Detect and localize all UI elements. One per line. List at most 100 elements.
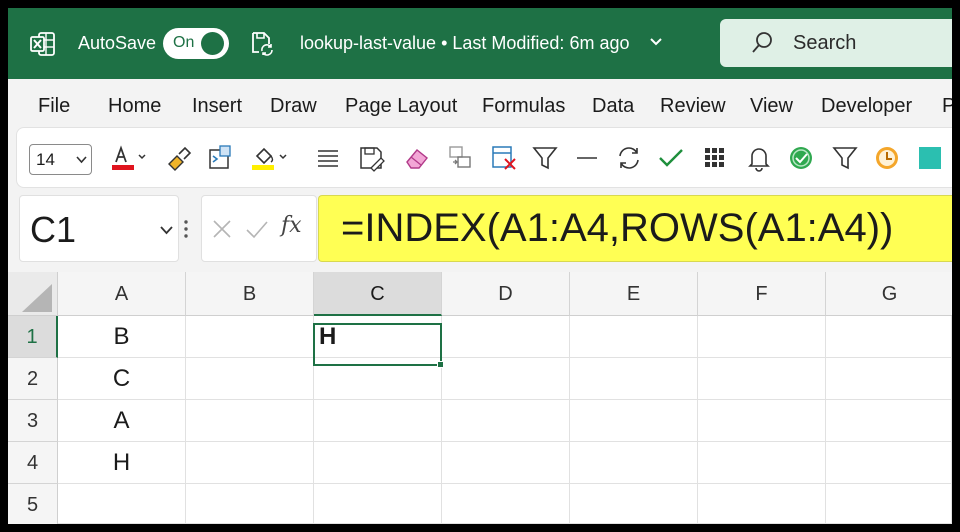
cell-b5[interactable] [186,484,314,524]
grid-icon[interactable] [701,142,729,174]
tab-insert[interactable]: Insert [192,95,242,118]
cell-d5[interactable] [442,484,570,524]
fill-color-icon[interactable] [249,142,291,174]
select-all-triangle-icon [22,284,52,312]
active-cell-border [313,323,442,366]
row-header-1[interactable]: 1 [8,316,58,358]
font-size-select[interactable]: 14 [29,144,92,175]
cell-e5[interactable] [570,484,698,524]
cell-g4[interactable] [826,442,952,484]
column-header-c[interactable]: C [314,272,442,316]
chevron-down-icon[interactable] [160,226,173,235]
format-painter-icon[interactable] [163,142,193,174]
cell-d2[interactable] [442,358,570,400]
cell-d4[interactable] [442,442,570,484]
cell-e1[interactable] [570,316,698,358]
cell-a5[interactable] [58,484,186,524]
tab-file[interactable]: File [38,95,70,118]
cell-f4[interactable] [698,442,826,484]
tab-view[interactable]: View [750,95,793,118]
tab-page-layout[interactable]: Page Layout [345,95,457,118]
cell-b3[interactable] [186,400,314,442]
select-all-button[interactable] [8,272,58,316]
tab-review[interactable]: Review [660,95,726,118]
tab-draw[interactable]: Draw [270,95,317,118]
name-box[interactable]: C1 [19,195,179,262]
row-header-3[interactable]: 3 [8,400,58,442]
check-icon[interactable] [657,142,685,174]
cell-b1[interactable] [186,316,314,358]
funnel-icon[interactable] [831,142,859,174]
cell-e4[interactable] [570,442,698,484]
formula-text: =INDEX(A1:A4,ROWS(A1:A4)) [341,206,894,250]
column-header-d[interactable]: D [442,272,570,316]
filter-icon[interactable] [531,142,559,174]
formula-input[interactable]: =INDEX(A1:A4,ROWS(A1:A4)) [318,195,952,262]
cell-g3[interactable] [826,400,952,442]
quick-toolbar: 14 [16,127,952,188]
delete-filter-icon[interactable] [489,142,519,174]
cell-a3[interactable]: A [58,400,186,442]
cell-f3[interactable] [698,400,826,442]
autosave-state: On [173,34,195,51]
cell-d3[interactable] [442,400,570,442]
cell-g5[interactable] [826,484,952,524]
column-header-f[interactable]: F [698,272,826,316]
tab-data[interactable]: Data [592,95,634,118]
more-dots-icon[interactable] [183,219,189,239]
cell-c4[interactable] [314,442,442,484]
cell-g1[interactable] [826,316,952,358]
clock-icon[interactable] [873,142,901,174]
column-header-g[interactable]: G [826,272,952,316]
cell-e2[interactable] [570,358,698,400]
tab-formulas[interactable]: Formulas [482,95,565,118]
cell-f5[interactable] [698,484,826,524]
cell-b2[interactable] [186,358,314,400]
cancel-icon[interactable] [211,218,233,240]
row-header-2[interactable]: 2 [8,358,58,400]
cell-f1[interactable] [698,316,826,358]
row-header-4[interactable]: 4 [8,442,58,484]
tab-overflow[interactable]: P [942,95,952,118]
cell-b4[interactable] [186,442,314,484]
cell-f2[interactable] [698,358,826,400]
fill-handle[interactable] [437,361,444,368]
save-edit-icon[interactable] [357,142,387,174]
search-box[interactable]: Search [720,19,952,67]
check-circle-icon[interactable] [787,142,815,174]
column-header-a[interactable]: A [58,272,186,316]
move-icon[interactable] [445,142,475,174]
refresh-icon[interactable] [615,142,643,174]
autosave-label: AutoSave [78,33,157,53]
name-box-value: C1 [30,209,77,250]
eraser-icon[interactable] [401,142,431,174]
excel-logo-icon [30,32,55,56]
chevron-down-icon [76,156,87,164]
enter-check-icon[interactable] [245,218,269,240]
row-header-5[interactable]: 5 [8,484,58,524]
chevron-down-icon[interactable] [649,37,663,47]
tab-developer[interactable]: Developer [821,95,912,118]
sync-save-icon[interactable] [248,30,274,56]
teal-square-icon[interactable] [917,142,943,174]
align-icon[interactable] [315,142,341,174]
document-title[interactable]: lookup-last-value • Last Modified: 6m ag… [300,33,629,54]
font-color-icon[interactable] [109,142,149,174]
bell-icon[interactable] [745,142,773,174]
insert-function-icon[interactable]: fx [281,213,302,238]
autosave-toggle[interactable]: On [163,28,229,59]
cell-g2[interactable] [826,358,952,400]
cell-a2[interactable]: C [58,358,186,400]
cell-c3[interactable] [314,400,442,442]
column-header-b[interactable]: B [186,272,314,316]
cell-e3[interactable] [570,400,698,442]
paste-special-icon[interactable] [205,142,235,174]
search-icon [752,32,772,53]
cell-a4[interactable]: H [58,442,186,484]
line-icon[interactable] [575,142,599,174]
cell-c5[interactable] [314,484,442,524]
cell-d1[interactable] [442,316,570,358]
cell-a1[interactable]: B [58,316,186,358]
column-header-e[interactable]: E [570,272,698,316]
tab-home[interactable]: Home [108,95,161,118]
